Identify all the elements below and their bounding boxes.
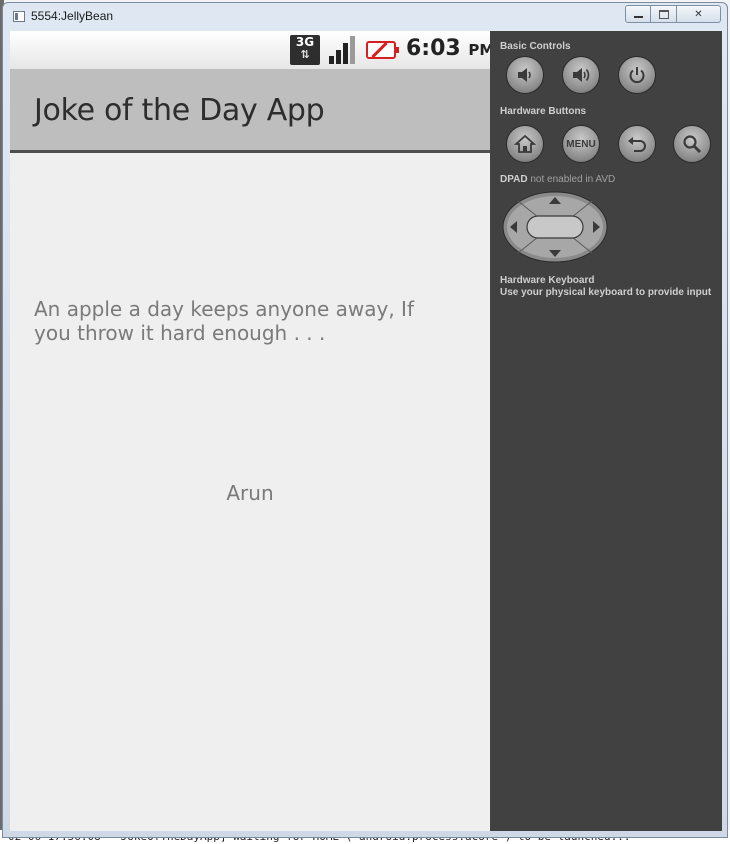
menu-button[interactable]: MENU [562, 125, 600, 163]
dpad-label: DPAD not enabled in AVD [500, 174, 615, 185]
volume-down-button[interactable] [506, 56, 544, 94]
search-icon [683, 135, 702, 154]
minimize-icon [633, 16, 643, 18]
app-title: Joke of the Day App [34, 93, 325, 128]
battery-alert-icon [366, 41, 399, 59]
status-bar: 3G ⇅ 6:03 PM [10, 31, 490, 69]
search-button[interactable] [673, 125, 711, 163]
hardware-keyboard-note: Use your physical keyboard to provide in… [500, 287, 712, 298]
window-titlebar[interactable]: 5554:JellyBean ✕ [3, 3, 727, 31]
back-icon [628, 137, 646, 152]
joke-author: Arun [226, 481, 274, 505]
window-buttons: ✕ [625, 5, 721, 23]
home-button[interactable] [506, 125, 544, 163]
signal-strength-icon [329, 36, 355, 64]
action-bar: Joke of the Day App [10, 69, 490, 153]
device-screen[interactable]: 3G ⇅ 6:03 PM Joke of the Day App An appl… [10, 31, 490, 831]
window-app-icon [13, 11, 25, 22]
home-icon [514, 134, 536, 153]
clock-time: 6:03 [406, 36, 461, 61]
dpad-control[interactable] [502, 191, 608, 263]
volume-up-icon [573, 68, 590, 82]
dpad-note: not enabled in AVD [530, 174, 616, 185]
status-clock: 6:03 PM [406, 36, 490, 61]
menu-button-label: MENU [566, 138, 596, 150]
volume-down-icon [518, 68, 531, 82]
maximize-button[interactable] [651, 5, 677, 23]
network-type: 3G [295, 35, 315, 49]
hardware-buttons-label: Hardware Buttons [500, 106, 587, 117]
emulator-controls-panel: Basic Controls Hardware Buttons MENU DPA… [490, 31, 722, 831]
maximize-icon [658, 9, 669, 19]
close-icon: ✕ [694, 8, 703, 20]
back-button[interactable] [618, 125, 656, 163]
dpad-title: DPAD [500, 174, 528, 185]
joke-text: An apple a day keeps anyone away, If you… [34, 297, 414, 345]
window-title: 5554:JellyBean [31, 9, 114, 23]
power-icon [629, 67, 645, 84]
power-button[interactable] [618, 56, 656, 94]
minimize-button[interactable] [625, 5, 651, 23]
hardware-keyboard-info: Hardware Keyboard Use your physical keyb… [500, 275, 711, 299]
volume-up-button[interactable] [562, 56, 600, 94]
clock-ampm: PM [468, 41, 490, 59]
network-3g-icon: 3G ⇅ [290, 35, 320, 65]
close-button[interactable]: ✕ [677, 5, 721, 23]
hardware-keyboard-label: Hardware Keyboard [500, 275, 595, 286]
basic-controls-label: Basic Controls [500, 41, 571, 52]
data-arrows-icon: ⇅ [300, 48, 310, 61]
